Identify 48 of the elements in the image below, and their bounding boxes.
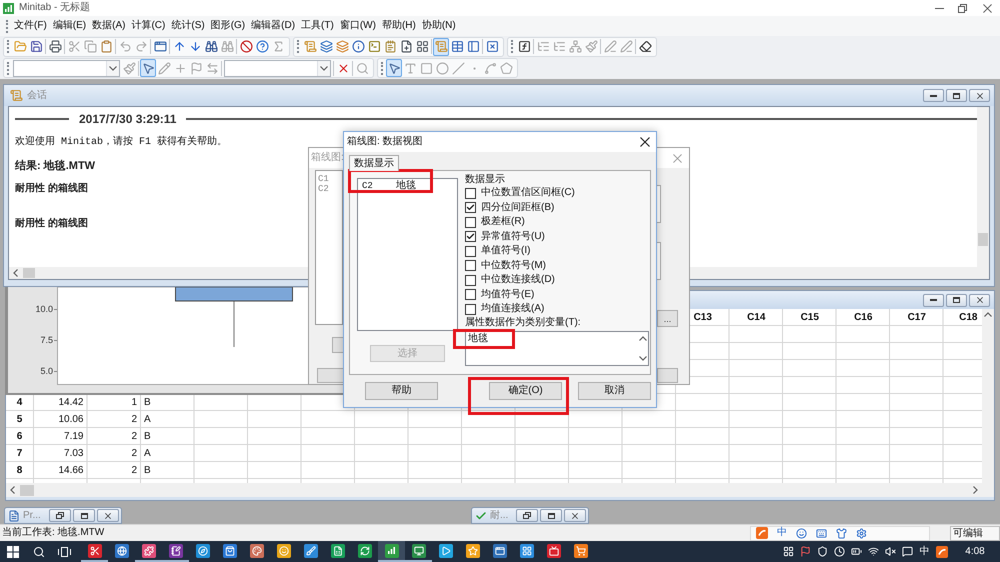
window-title: 耐... xyxy=(490,510,508,522)
table-cell-text: B xyxy=(143,396,152,410)
dialog-title: 箱线图: 数据视图 xyxy=(347,136,423,148)
row-number: 5 xyxy=(16,412,24,426)
row-number: 4 xyxy=(16,396,24,410)
field-label: 属性数据作为类别变量(T): xyxy=(465,316,581,328)
group-label: 数据显示 xyxy=(465,174,505,186)
window-title: Minitab - 无标题 xyxy=(19,2,90,14)
checkbox-label: 均值连接线(A) xyxy=(481,303,544,316)
table-cell-text: A xyxy=(143,446,152,460)
table-cell-text: B xyxy=(143,464,152,478)
session-timestamp: 2017/7/30 3:29:11 xyxy=(79,112,176,126)
window-title: 会话 xyxy=(27,90,47,102)
checkbox-label: 中位数连接线(D) xyxy=(481,274,555,286)
table-cell-text: 2 xyxy=(130,464,138,478)
table-cell-text: 7.19 xyxy=(63,430,84,444)
table-cell-text: 2 xyxy=(130,446,138,460)
result-heading: 结果: 地毯.MTW xyxy=(15,160,96,172)
edit-mode-indicator: 可编辑 xyxy=(950,526,1000,540)
table-cell-text: A xyxy=(143,412,152,426)
table-cell-text: 7.03 xyxy=(63,446,84,460)
checkbox-label: 单值符号(I) xyxy=(481,245,530,258)
welcome-message: 欢迎使用 Minitab，请按 F1 获得有关帮助。 xyxy=(15,137,228,149)
table-cell-text: 2 xyxy=(130,430,138,444)
dialog-title: 箱线图: xyxy=(311,152,344,164)
table-cell-text: 10.06 xyxy=(57,412,84,426)
table-cell-text: 1 xyxy=(130,396,138,410)
checkbox-label: 均值符号(E) xyxy=(481,288,534,301)
table-cell-text: 14.66 xyxy=(57,464,84,478)
table-cell-text: 2 xyxy=(130,412,138,426)
graph-title: 耐用性 的箱线图 xyxy=(15,183,88,195)
graph-title: 耐用性 的箱线图 xyxy=(15,218,88,230)
checkbox-label: 四分位间距框(B) xyxy=(481,202,554,214)
checkbox-label: 中位数置信区间框(C) xyxy=(481,187,575,200)
axis-tick-label: 10.0 xyxy=(35,304,53,314)
checkbox-label: 中位数符号(M) xyxy=(481,260,546,272)
checkbox-label: 极差框(R) xyxy=(481,216,525,228)
axis-tick-label: 5.0 xyxy=(40,366,53,376)
checkbox-label: 异常值符号(U) xyxy=(481,230,545,243)
status-text: 当前工作表: 地毯.MTW xyxy=(2,527,104,539)
table-cell-text: B xyxy=(143,430,152,444)
row-number: 7 xyxy=(16,446,24,460)
axis-tick-label: 7.5 xyxy=(40,335,53,345)
row-number: 8 xyxy=(16,464,24,478)
window-title: Pr... xyxy=(23,510,41,522)
clock-time: 4:08 xyxy=(964,546,986,558)
row-number: 6 xyxy=(16,430,24,444)
table-cell-text: 14.42 xyxy=(57,396,84,410)
